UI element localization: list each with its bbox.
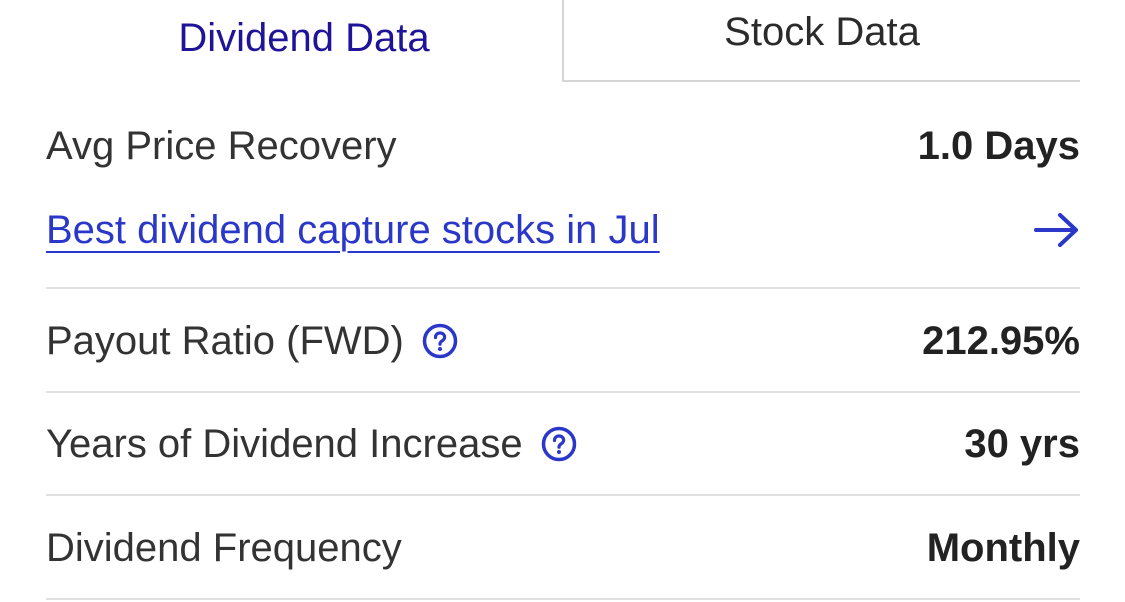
years-increase-label-wrap: Years of Dividend Increase <box>46 422 577 467</box>
capture-link-row: Best dividend capture stocks in Jul <box>46 200 1080 260</box>
frequency-value: Monthly <box>926 525 1080 570</box>
frequency-label: Dividend Frequency <box>46 525 402 570</box>
divider <box>46 391 1080 393</box>
divider <box>46 598 1080 600</box>
payout-ratio-row: Payout Ratio (FWD) 212.95% <box>46 313 1080 369</box>
avg-price-recovery-label: Avg Price Recovery <box>46 123 397 168</box>
divider <box>46 494 1080 496</box>
dividend-capture-link[interactable]: Best dividend capture stocks in Jul <box>46 208 660 253</box>
years-increase-row: Years of Dividend Increase 30 yrs <box>46 416 1080 472</box>
payout-ratio-value: 212.95% <box>922 318 1080 363</box>
years-increase-label: Years of Dividend Increase <box>46 421 523 466</box>
tab-bar: Dividend Data Stock Data <box>46 0 1080 82</box>
question-circle-icon[interactable] <box>422 323 458 359</box>
frequency-row: Dividend Frequency Monthly <box>46 520 1080 576</box>
avg-price-recovery-row: Avg Price Recovery 1.0 Days <box>46 118 1080 174</box>
avg-price-recovery-value: 1.0 Days <box>917 123 1080 168</box>
arrow-right-icon[interactable] <box>1034 212 1080 248</box>
tab-stock-data-label: Stock Data <box>724 9 920 54</box>
years-increase-value: 30 yrs <box>964 421 1080 466</box>
payout-ratio-label: Payout Ratio (FWD) <box>46 318 404 363</box>
tab-stock-data[interactable]: Stock Data <box>562 0 1080 82</box>
divider <box>46 287 1080 289</box>
question-circle-icon[interactable] <box>541 426 577 462</box>
payout-ratio-label-wrap: Payout Ratio (FWD) <box>46 319 458 364</box>
tab-dividend-data-label: Dividend Data <box>178 15 430 60</box>
tab-dividend-data[interactable]: Dividend Data <box>46 0 562 80</box>
